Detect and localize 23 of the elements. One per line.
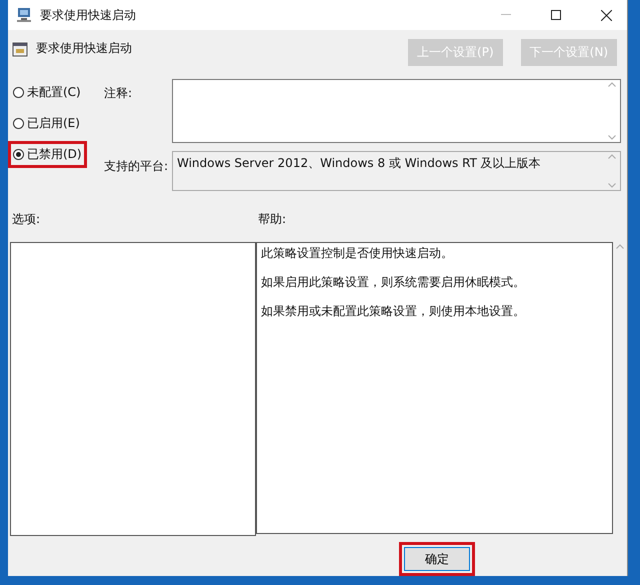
radio-option[interactable]: 未配置(C) (13, 84, 81, 102)
scroll-up-icon[interactable] (608, 82, 616, 88)
help-label: 帮助: (257, 211, 288, 228)
comment-field[interactable] (172, 79, 621, 144)
radio-option[interactable]: 已启用(E) (13, 115, 80, 132)
options-label: 选项: (11, 211, 42, 228)
radio-button[interactable] (13, 149, 24, 160)
window-title: 要求使用快速启动 (40, 6, 137, 24)
radio-option[interactable]: 已禁用(D) (13, 146, 82, 164)
help-text: 此策略设置控制是否使用快速启动。 (261, 245, 454, 262)
scroll-down-icon[interactable] (608, 135, 616, 140)
computer-icon (16, 7, 32, 23)
maximize-icon[interactable] (551, 10, 561, 20)
platform-label: 支持的平台: (104, 158, 170, 175)
policy-title: 要求使用快速启动 (36, 40, 133, 58)
platform-text: Windows Server 2012、Windows 8 或 Windows RT 及以上版本 (177, 155, 542, 172)
radio-button[interactable] (13, 87, 24, 98)
close-icon[interactable] (600, 10, 612, 20)
radio-button[interactable] (13, 118, 24, 130)
ok-button[interactable]: 确定 (404, 547, 470, 571)
comment-label: 注释: (104, 85, 134, 102)
help-text: 如果启用此策略设置，则系统需要启用休眠模式。 (261, 274, 526, 291)
help-text: 如果禁用或未配置此策略设置，则使用本地设置。 (261, 303, 526, 320)
